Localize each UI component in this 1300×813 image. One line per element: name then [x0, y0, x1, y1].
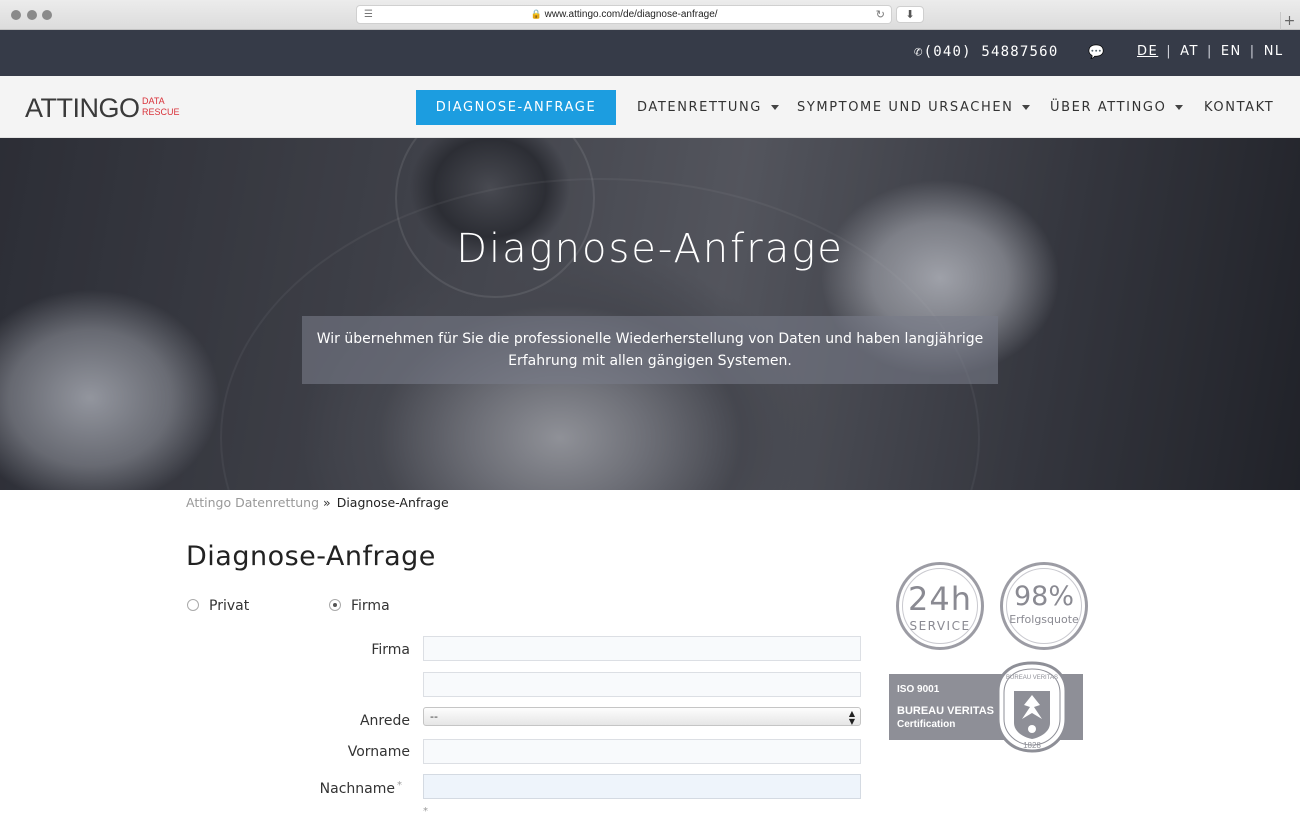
breadcrumb-home-link[interactable]: Attingo Datenrettung: [186, 495, 319, 510]
required-marker: *: [397, 780, 402, 791]
chat-icon[interactable]: 💬: [1088, 45, 1104, 60]
nav-item-ueber-attingo[interactable]: ÜBER ATTINGO: [1050, 100, 1184, 115]
seal-year: 1828: [1023, 741, 1041, 750]
hero-text-line: Erfahrung mit allen gängigen Systemen.: [508, 353, 792, 369]
reload-icon[interactable]: ↻: [876, 8, 885, 21]
browser-toolbar: ☰ 🔒 www.attingo.com/de/diagnose-anfrage/ …: [0, 0, 1300, 30]
lock-icon: 🔒: [530, 9, 542, 19]
radio-circle-checked[interactable]: [329, 599, 341, 611]
address-bar[interactable]: ☰ 🔒 www.attingo.com/de/diagnose-anfrage/ …: [356, 5, 892, 24]
lang-at[interactable]: AT: [1180, 44, 1199, 59]
badge-value: 24h: [908, 580, 972, 618]
top-bar: ✆(040) 54887560 💬 DE | AT | EN | NL: [0, 30, 1300, 76]
hero-text-line: Wir übernehmen für Sie die professionell…: [316, 331, 984, 347]
seal-text: BUREAU VERITAS: [1006, 675, 1058, 681]
caret-down-icon: [1022, 105, 1031, 110]
caret-down-icon: [1175, 105, 1184, 110]
minimize-window-button[interactable]: [27, 10, 37, 20]
radio-circle[interactable]: [187, 599, 199, 611]
hero-description: Wir übernehmen für Sie die professionell…: [302, 316, 998, 384]
vorname-input[interactable]: [423, 739, 861, 764]
lang-nl[interactable]: NL: [1264, 44, 1284, 59]
nav-diagnose-button[interactable]: DIAGNOSE-ANFRAGE: [416, 90, 616, 125]
firma-extra-input[interactable]: [423, 672, 861, 697]
caret-down-icon: [770, 105, 779, 110]
anrede-label: Anrede: [359, 713, 410, 729]
badge-value: 98%: [1013, 581, 1074, 612]
firma-input[interactable]: [423, 636, 861, 661]
radio-label: Privat: [209, 598, 250, 614]
nachname-input[interactable]: [423, 774, 861, 799]
logo-wordmark: ATTINGO: [25, 93, 140, 123]
anrede-select[interactable]: -- ▲ ▼: [423, 707, 861, 726]
hero-banner: Diagnose-Anfrage Wir übernehmen für Sie …: [0, 138, 1300, 490]
language-switcher: DE | AT | EN | NL: [1137, 44, 1284, 59]
hero-title: Diagnose-Anfrage: [456, 226, 844, 272]
zoom-window-button[interactable]: [42, 10, 52, 20]
radio-privat[interactable]: Privat: [187, 598, 249, 614]
breadcrumb: Attingo Datenrettung » Diagnose-Anfrage: [186, 495, 449, 510]
download-icon[interactable]: ⬇: [896, 6, 924, 23]
required-footnote: *: [423, 806, 428, 813]
radio-firma[interactable]: Firma: [329, 598, 390, 614]
cert-name: BUREAU VERITAS: [897, 705, 994, 717]
cert-subtitle: Certification: [897, 719, 956, 730]
badge-caption: SERVICE: [909, 619, 971, 633]
nachname-label: Nachname *: [319, 780, 402, 797]
badge-caption: Erfolgsquote: [1009, 613, 1079, 626]
hero-overlay: [0, 138, 1300, 490]
close-window-button[interactable]: [11, 10, 21, 20]
success-rate-badge: 98% Erfolgsquote: [1000, 562, 1088, 650]
bureau-veritas-seal-icon: 1828 BUREAU VERITAS: [996, 661, 1068, 753]
url-text: www.attingo.com/de/diagnose-anfrage/: [544, 9, 718, 20]
phone-number: (040) 54887560: [923, 44, 1059, 60]
breadcrumb-current: Diagnose-Anfrage: [336, 495, 449, 510]
phone-link[interactable]: ✆(040) 54887560: [914, 44, 1058, 60]
lang-de[interactable]: DE: [1137, 44, 1158, 59]
anrede-selected-value: --: [430, 710, 438, 723]
iso-label: ISO 9001: [897, 684, 940, 695]
main-nav: ATTINGO DATA RESCUE DIAGNOSE-ANFRAGE DAT…: [0, 76, 1300, 138]
radio-label: Firma: [351, 598, 390, 614]
lang-en[interactable]: EN: [1221, 44, 1242, 59]
service-24h-badge: 24h SERVICE: [896, 562, 984, 650]
new-tab-icon[interactable]: +: [1280, 12, 1298, 30]
page-title: Diagnose-Anfrage: [186, 541, 436, 572]
phone-icon: ✆: [914, 44, 924, 60]
nav-item-symptome[interactable]: SYMPTOME UND URSACHEN: [797, 100, 1031, 115]
select-arrows-icon: ▲ ▼: [848, 709, 855, 726]
breadcrumb-separator: »: [323, 495, 331, 510]
nav-item-datenrettung[interactable]: DATENRETTUNG: [637, 100, 779, 115]
firma-label: Firma: [371, 642, 410, 658]
logo-tagline: DATA RESCUE: [142, 96, 180, 117]
vorname-label: Vorname: [347, 744, 410, 760]
nav-item-kontakt[interactable]: KONTAKT: [1204, 100, 1274, 115]
